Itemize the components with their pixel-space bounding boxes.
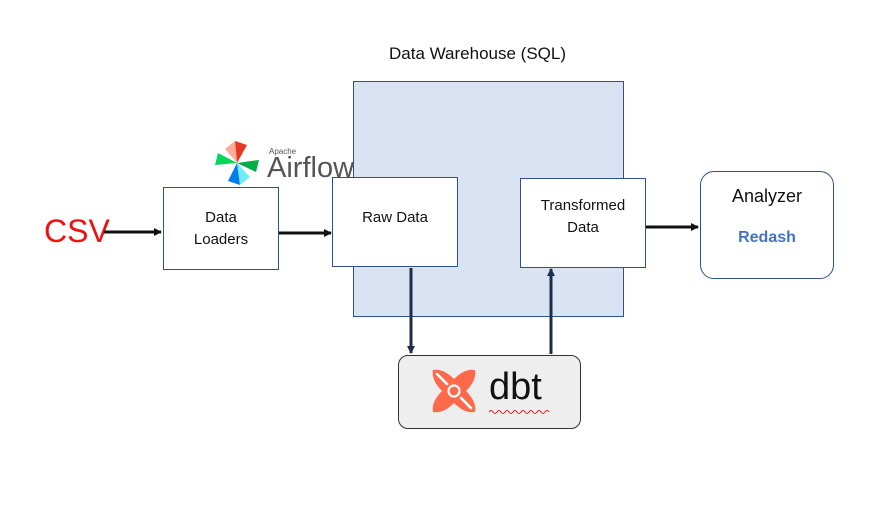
- connector-arrows: [104, 223, 699, 354]
